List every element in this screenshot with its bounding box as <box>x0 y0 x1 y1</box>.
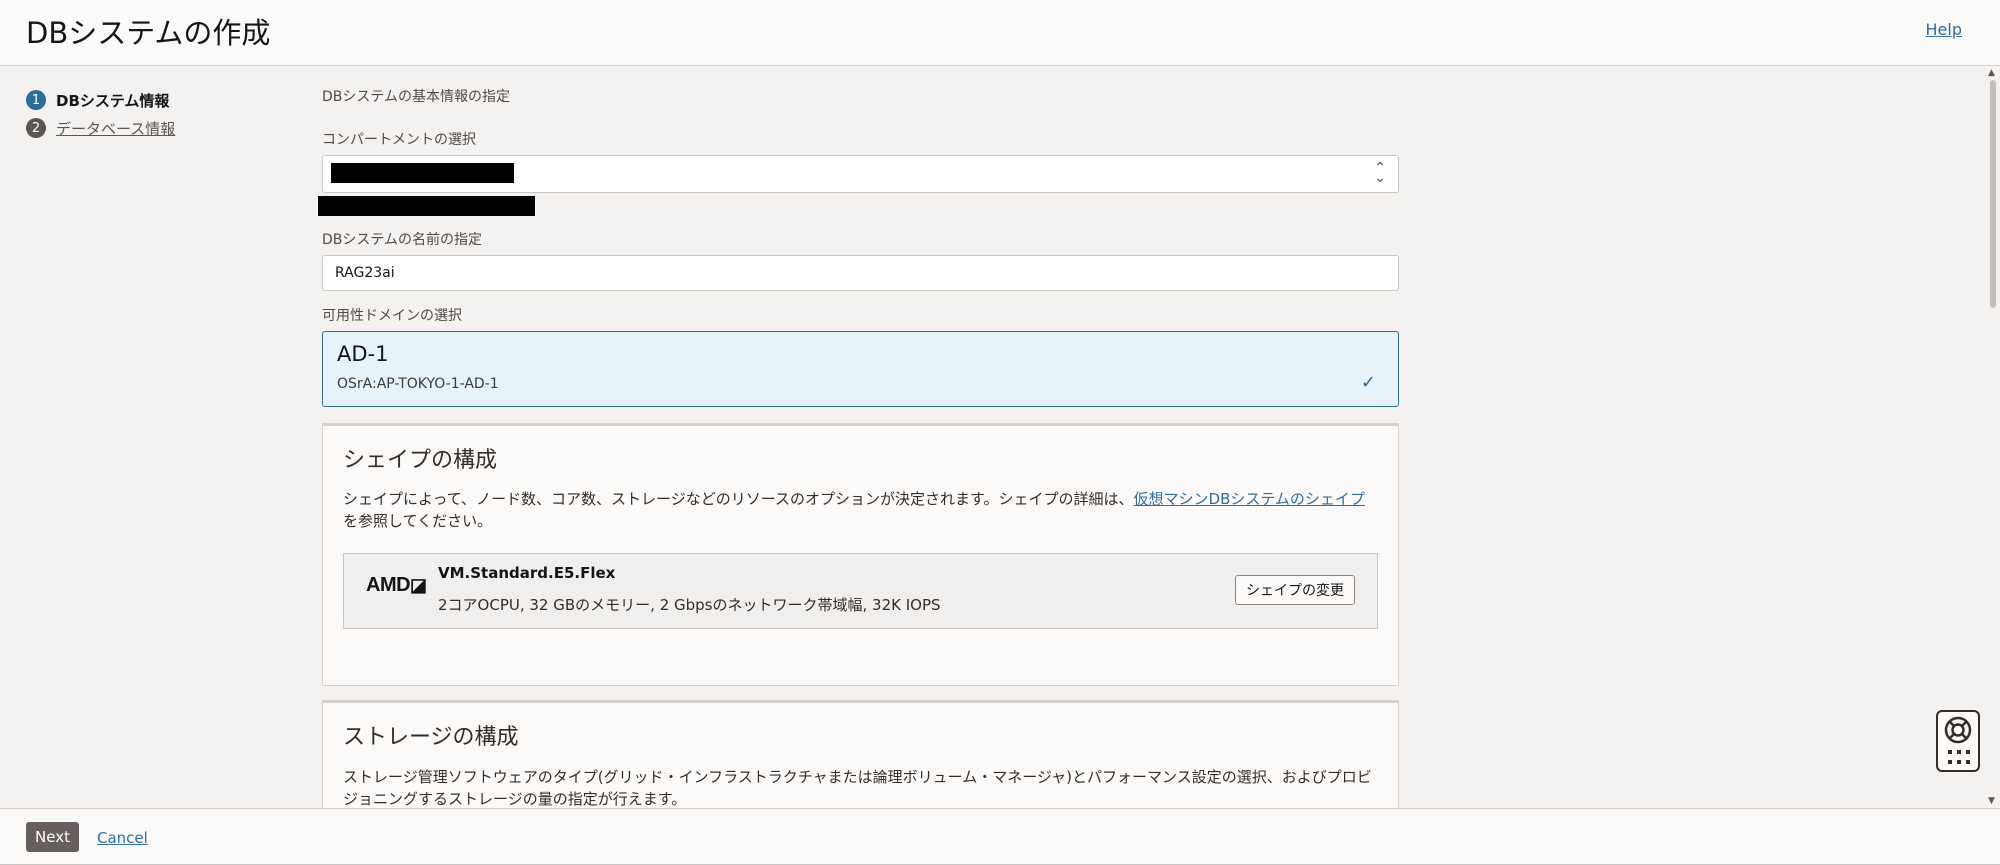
redacted-compartment-value <box>331 163 514 183</box>
selected-shape-card: AMD◪ VM.Standard.E5.Flex 2コアOCPU, 32 GBの… <box>343 553 1378 629</box>
availability-domain-option-ad-1[interactable]: AD-1 OSrA:AP-TOKYO-1-AD-1 ✓ <box>322 331 1399 407</box>
desc-text: を参照してください。 <box>343 512 493 530</box>
step-number-2: 2 <box>26 118 46 138</box>
page-title: DBシステムの作成 <box>26 16 271 50</box>
step-label: DBシステム情報 <box>56 91 170 110</box>
shape-spec: 2コアOCPU, 32 GBのメモリー, 2 Gbpsのネットワーク帯域幅, 3… <box>438 596 941 614</box>
compartment-select[interactable]: ⌃ ⌄ <box>322 155 1399 193</box>
db-system-name-label: DBシステムの名前の指定 <box>322 232 482 248</box>
page-header: DBシステムの作成 Help <box>0 0 2000 66</box>
redacted-compartment-path <box>318 196 535 216</box>
storage-config-panel: ストレージの構成 ストレージ管理ソフトウェアのタイプ(グリッド・インフラストラク… <box>322 700 1399 808</box>
wizard-footer: Next Cancel <box>0 808 2000 865</box>
lifebuoy-icon <box>1944 716 1972 744</box>
help-widget-button[interactable] <box>1936 710 1980 772</box>
step-database-info[interactable]: 2 データベース情報 <box>26 114 175 142</box>
help-link[interactable]: Help <box>1926 20 1962 39</box>
db-system-name-input[interactable] <box>322 255 1399 291</box>
desc-text: シェイプによって、ノード数、コア数、ストレージなどのリソースのオプションが決定さ… <box>343 490 1134 508</box>
page-scrollbar[interactable]: ▲ ▼ <box>1986 66 2000 808</box>
cancel-link[interactable]: Cancel <box>97 829 148 847</box>
scroll-down-arrow-icon[interactable]: ▼ <box>1988 796 1995 806</box>
amd-arrow-icon: ◪ <box>410 575 427 595</box>
shape-name: VM.Standard.E5.Flex <box>438 564 616 582</box>
change-shape-button[interactable]: シェイプの変更 <box>1235 575 1355 605</box>
amd-logo: AMD◪ <box>366 574 427 597</box>
check-icon: ✓ <box>1360 372 1376 393</box>
wizard-steps: 1 DBシステム情報 2 データベース情報 <box>26 86 175 142</box>
vm-db-shapes-link[interactable]: 仮想マシンDBシステムのシェイプ <box>1134 490 1365 508</box>
shape-panel-description: シェイプによって、ノード数、コア数、ストレージなどのリソースのオプションが決定さ… <box>343 488 1378 532</box>
grid-dots-icon <box>1948 750 1970 764</box>
availability-domain-label: 可用性ドメインの選択 <box>322 308 462 324</box>
step-number-1: 1 <box>26 90 46 110</box>
next-button[interactable]: Next <box>26 822 79 852</box>
db-system-form: DBシステムの基本情報の指定 コンパートメントの選択 ⌃ ⌄ DBシステムの名前の… <box>318 86 1399 407</box>
amd-logo-text: AMD <box>366 574 411 596</box>
compartment-label: コンパートメントの選択 <box>322 132 476 148</box>
storage-panel-description: ストレージ管理ソフトウェアのタイプ(グリッド・インフラストラクチャまたは論理ボリ… <box>343 768 1372 808</box>
section-label: DBシステムの基本情報の指定 <box>322 89 510 105</box>
updown-chevron-icon: ⌃ ⌄ <box>1374 160 1386 186</box>
ad-name: AD-1 <box>337 342 389 366</box>
step-db-system-info[interactable]: 1 DBシステム情報 <box>26 86 175 114</box>
step-label[interactable]: データベース情報 <box>56 118 175 139</box>
shape-config-panel: シェイプの構成 シェイプによって、ノード数、コア数、ストレージなどのリソースのオ… <box>322 423 1399 686</box>
scroll-thumb[interactable] <box>1990 80 1996 308</box>
storage-panel-title: ストレージの構成 <box>343 725 519 750</box>
scroll-up-arrow-icon[interactable]: ▲ <box>1988 68 1995 78</box>
shape-panel-title: シェイプの構成 <box>343 448 498 473</box>
ad-id: OSrA:AP-TOKYO-1-AD-1 <box>337 376 499 392</box>
